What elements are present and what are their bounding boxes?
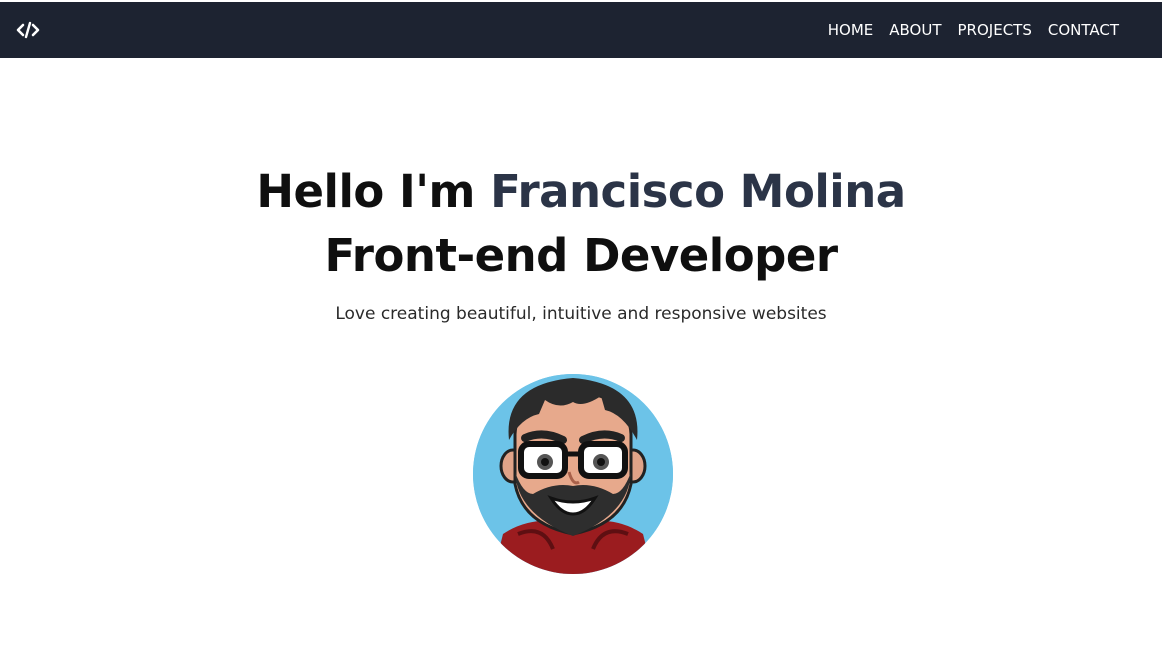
nav-link-about[interactable]: ABOUT <box>889 21 941 39</box>
hero-tagline: Love creating beautiful, intuitive and r… <box>335 304 827 324</box>
hero-name: Francisco Molina <box>490 165 906 218</box>
code-slash-icon[interactable] <box>16 21 40 39</box>
nav-link-contact[interactable]: CONTACT <box>1048 21 1119 39</box>
nav-link-projects[interactable]: PROJECTS <box>958 21 1032 39</box>
hero-heading: Hello I'm Francisco Molina <box>0 160 1162 224</box>
hero-section: Hello I'm Francisco Molina Front-end Dev… <box>0 58 1162 341</box>
hero-role: Front-end Developer <box>324 229 838 282</box>
nav-link-home[interactable]: HOME <box>828 21 874 39</box>
nav-links: HOME ABOUT PROJECTS CONTACT <box>828 2 1119 58</box>
hero-greeting: Hello I'm <box>256 165 491 218</box>
cartoon-avatar-icon <box>473 374 673 574</box>
top-navbar: HOME ABOUT PROJECTS CONTACT <box>0 2 1162 58</box>
